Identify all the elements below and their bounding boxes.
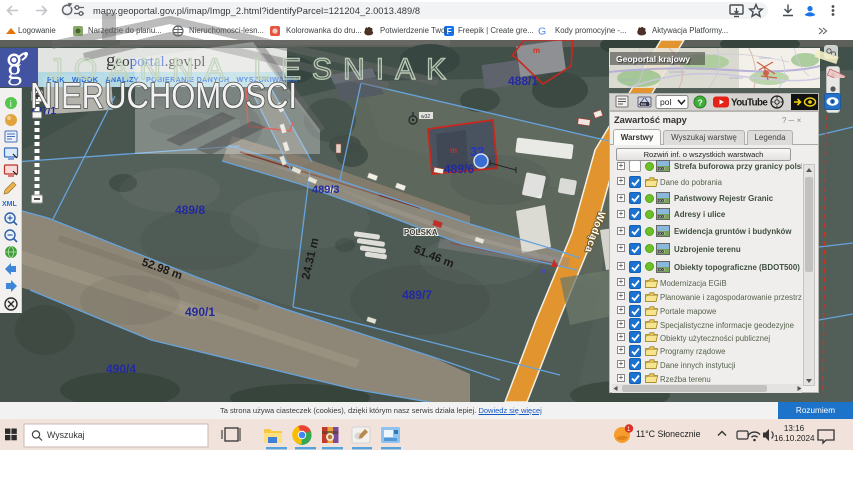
svg-text:m: m	[450, 146, 457, 155]
svg-text:BDO: BDO	[659, 215, 666, 219]
svg-text:pol: pol	[660, 97, 671, 107]
svg-text:?: ?	[698, 97, 703, 107]
svg-text:490/4: 490/4	[106, 362, 136, 376]
svg-text:488/1: 488/1	[508, 74, 538, 88]
svg-text:489/6: 489/6	[444, 162, 474, 176]
svg-text:Wyszukaj: Wyszukaj	[47, 430, 85, 440]
svg-text:G: G	[538, 26, 546, 38]
svg-text:BDO: BDO	[659, 167, 666, 171]
svg-text:BDO: BDO	[659, 199, 666, 203]
svg-text:XML: XML	[2, 201, 18, 208]
svg-text:489/8: 489/8	[175, 203, 205, 217]
svg-text:BDO: BDO	[659, 267, 666, 271]
svg-text:489/7: 489/7	[402, 288, 432, 302]
svg-text:BDO: BDO	[659, 249, 666, 253]
svg-text:POLSKA: POLSKA	[404, 228, 438, 237]
svg-text:489/3: 489/3	[312, 184, 340, 196]
svg-text:YouTube: YouTube	[731, 98, 768, 109]
svg-text:m: m	[533, 46, 540, 55]
svg-text:w32: w32	[421, 114, 430, 120]
svg-text:490/1: 490/1	[185, 305, 215, 319]
svg-text:MH: MH	[641, 103, 647, 107]
svg-text:BDO: BDO	[659, 232, 666, 236]
